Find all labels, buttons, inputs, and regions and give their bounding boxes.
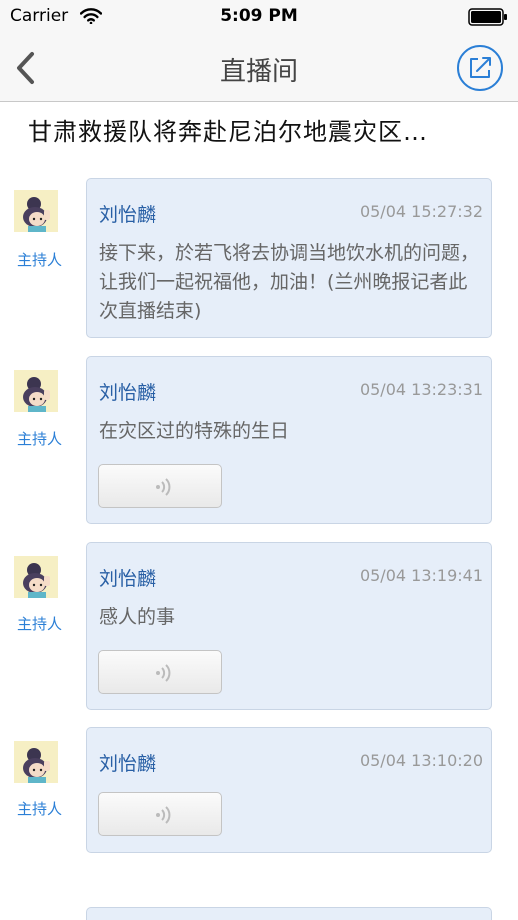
sender-name[interactable]: 刘怡麟 <box>99 378 156 405</box>
navigation-bar: 直播间 <box>0 34 518 102</box>
sender-name[interactable]: 刘怡麟 <box>99 200 156 227</box>
host-label: 主持人 <box>17 615 63 633</box>
avatar[interactable] <box>14 190 58 232</box>
message-text: 感人的事 <box>99 606 176 628</box>
host-label: 主持人 <box>17 430 63 448</box>
avatar[interactable] <box>14 556 58 598</box>
message-bubble: 刘怡麟 05/04 13:23:31 在灾区过的特殊的生日 <box>86 356 492 524</box>
message-bubble: 刘怡麟 05/04 15:27:32 接下来，於若飞将去协调当地饮水机的问题，让… <box>86 178 492 338</box>
message-time: 05/04 13:23:31 <box>359 380 483 399</box>
message-text: 接下来，於若飞将去协调当地饮水机的问题，让我们一起祝福他，加油！(兰州晚报记者此… <box>99 242 480 322</box>
message-time: 05/04 13:19:41 <box>359 566 483 585</box>
message-text: 在灾区过的特殊的生日 <box>99 420 290 442</box>
sender-name[interactable]: 刘怡麟 <box>99 749 156 776</box>
battery-icon <box>468 8 507 26</box>
share-icon[interactable] <box>456 44 504 92</box>
status-time: 5:09 PM <box>220 6 298 26</box>
sound-wave-icon <box>156 664 171 682</box>
sound-wave-icon <box>156 478 171 496</box>
avatar[interactable] <box>14 370 58 412</box>
sound-wave-icon <box>156 806 171 824</box>
message-time: 05/04 13:10:20 <box>359 751 483 770</box>
page-title: 直播间 <box>219 57 298 87</box>
voice-play-button[interactable] <box>98 464 222 508</box>
message-bubble: 刘怡麟 05/04 13:10:20 <box>86 727 492 853</box>
status-bar: Carrier 5:09 PM <box>0 0 518 34</box>
topic-title: 甘肃救援队将奔赴尼泊尔地震灾区… <box>28 118 428 146</box>
voice-play-button[interactable] <box>98 650 222 694</box>
host-label: 主持人 <box>17 800 63 818</box>
avatar[interactable] <box>14 741 58 783</box>
message-bubble: 刘怡麟 05/04 13:19:41 感人的事 <box>86 542 492 710</box>
sender-name[interactable]: 刘怡麟 <box>99 564 156 591</box>
message-bubble-partial <box>86 907 492 920</box>
voice-play-button[interactable] <box>98 792 222 836</box>
host-label: 主持人 <box>17 251 63 269</box>
message-time: 05/04 15:27:32 <box>359 202 483 221</box>
